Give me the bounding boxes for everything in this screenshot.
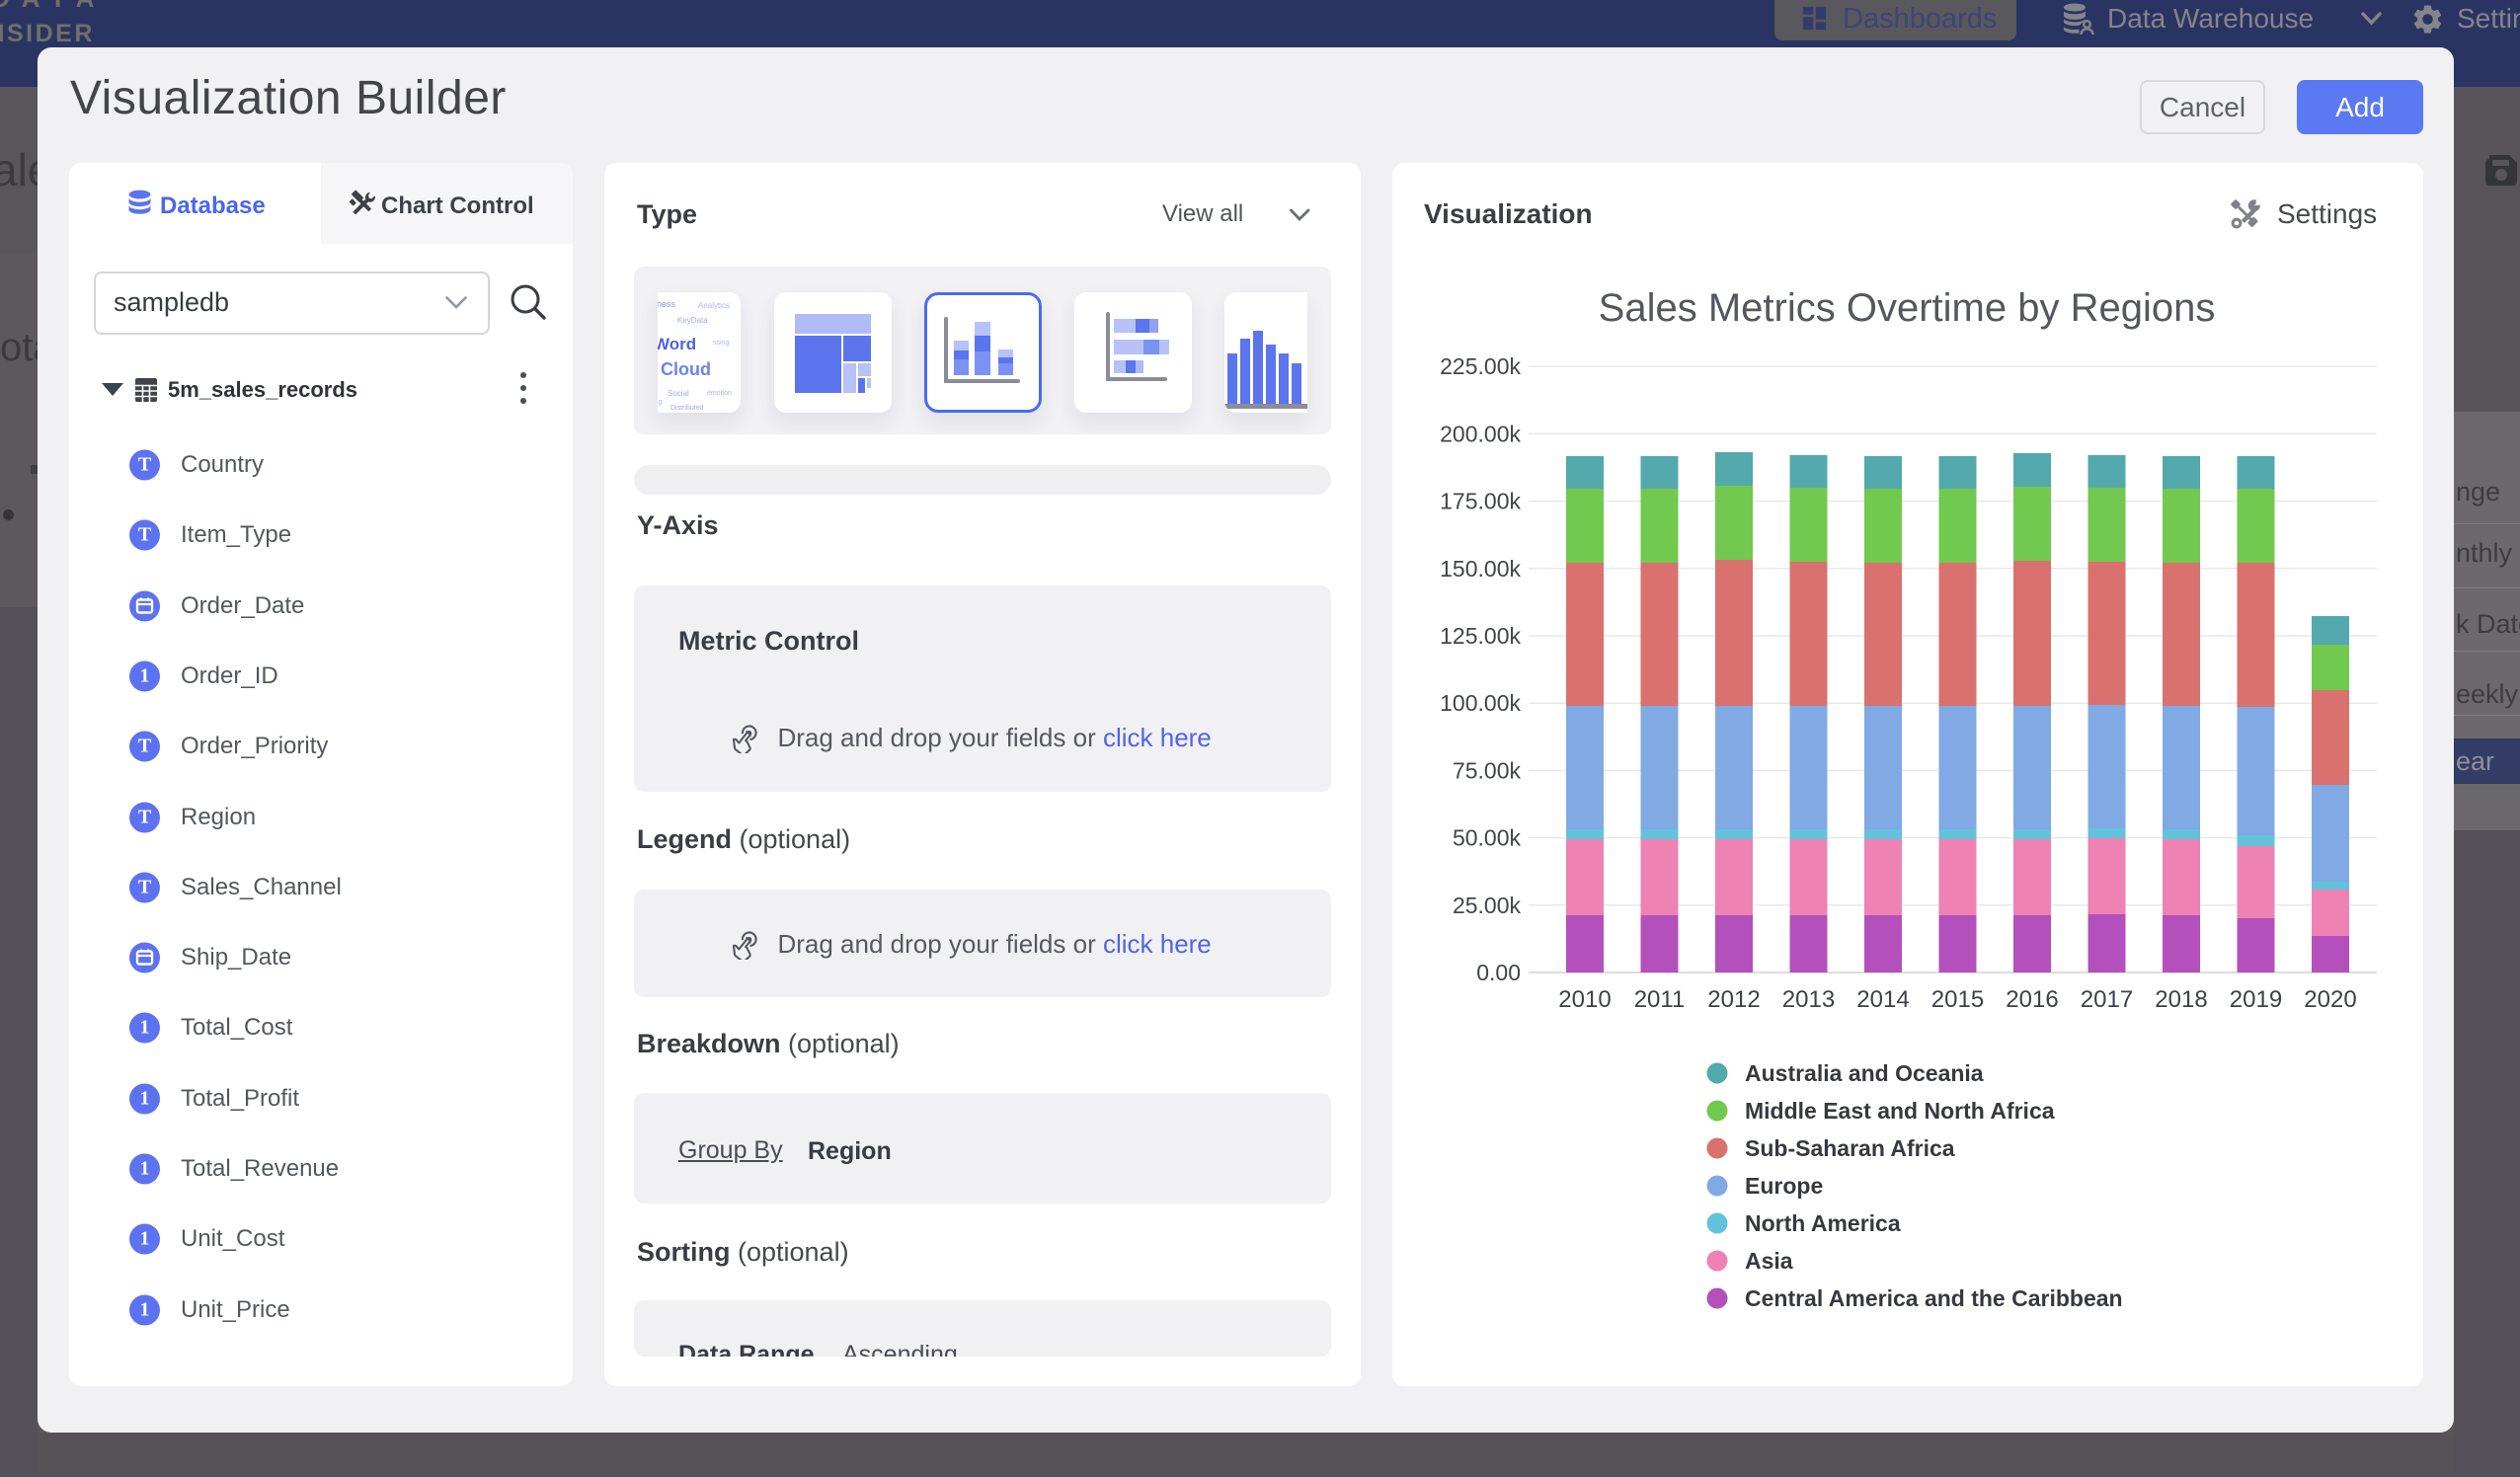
svg-text:Central America and the Caribb: Central America and the Caribbean — [1745, 1285, 2123, 1311]
svg-text:50.00k: 50.00k — [1453, 825, 1522, 851]
svg-text:Middle East and North Africa: Middle East and North Africa — [1745, 1098, 2055, 1124]
svg-text:2017: 2017 — [2081, 986, 2133, 1013]
svg-text:2010: 2010 — [1558, 986, 1611, 1013]
svg-text:125.00k: 125.00k — [1440, 623, 1521, 649]
svg-text:2016: 2016 — [2006, 986, 2058, 1013]
svg-text:2015: 2015 — [1931, 986, 1984, 1013]
svg-text:2013: 2013 — [1782, 986, 1835, 1013]
svg-text:Asia: Asia — [1745, 1248, 1793, 1274]
svg-text:225.00k: 225.00k — [1440, 353, 1521, 379]
svg-text:75.00k: 75.00k — [1453, 757, 1522, 783]
svg-text:2019: 2019 — [2230, 986, 2282, 1013]
svg-text:2018: 2018 — [2155, 986, 2207, 1013]
svg-text:150.00k: 150.00k — [1440, 556, 1521, 582]
svg-text:Sub-Saharan Africa: Sub-Saharan Africa — [1745, 1135, 1955, 1161]
svg-text:200.00k: 200.00k — [1440, 421, 1521, 446]
svg-text:0.00: 0.00 — [1476, 960, 1521, 985]
svg-text:2011: 2011 — [1634, 986, 1686, 1013]
svg-text:2012: 2012 — [1707, 986, 1760, 1013]
svg-text:100.00k: 100.00k — [1440, 690, 1521, 716]
svg-text:Europe: Europe — [1745, 1173, 1823, 1199]
svg-text:175.00k: 175.00k — [1440, 489, 1521, 514]
svg-text:2014: 2014 — [1856, 986, 1909, 1013]
svg-text:Australia and Oceania: Australia and Oceania — [1745, 1060, 1984, 1086]
svg-text:2020: 2020 — [2304, 986, 2356, 1013]
svg-text:25.00k: 25.00k — [1453, 893, 1522, 918]
svg-text:North America: North America — [1745, 1210, 1901, 1236]
svg-text:Sales Metrics Overtime by Regi: Sales Metrics Overtime by Regions — [1599, 286, 2216, 330]
